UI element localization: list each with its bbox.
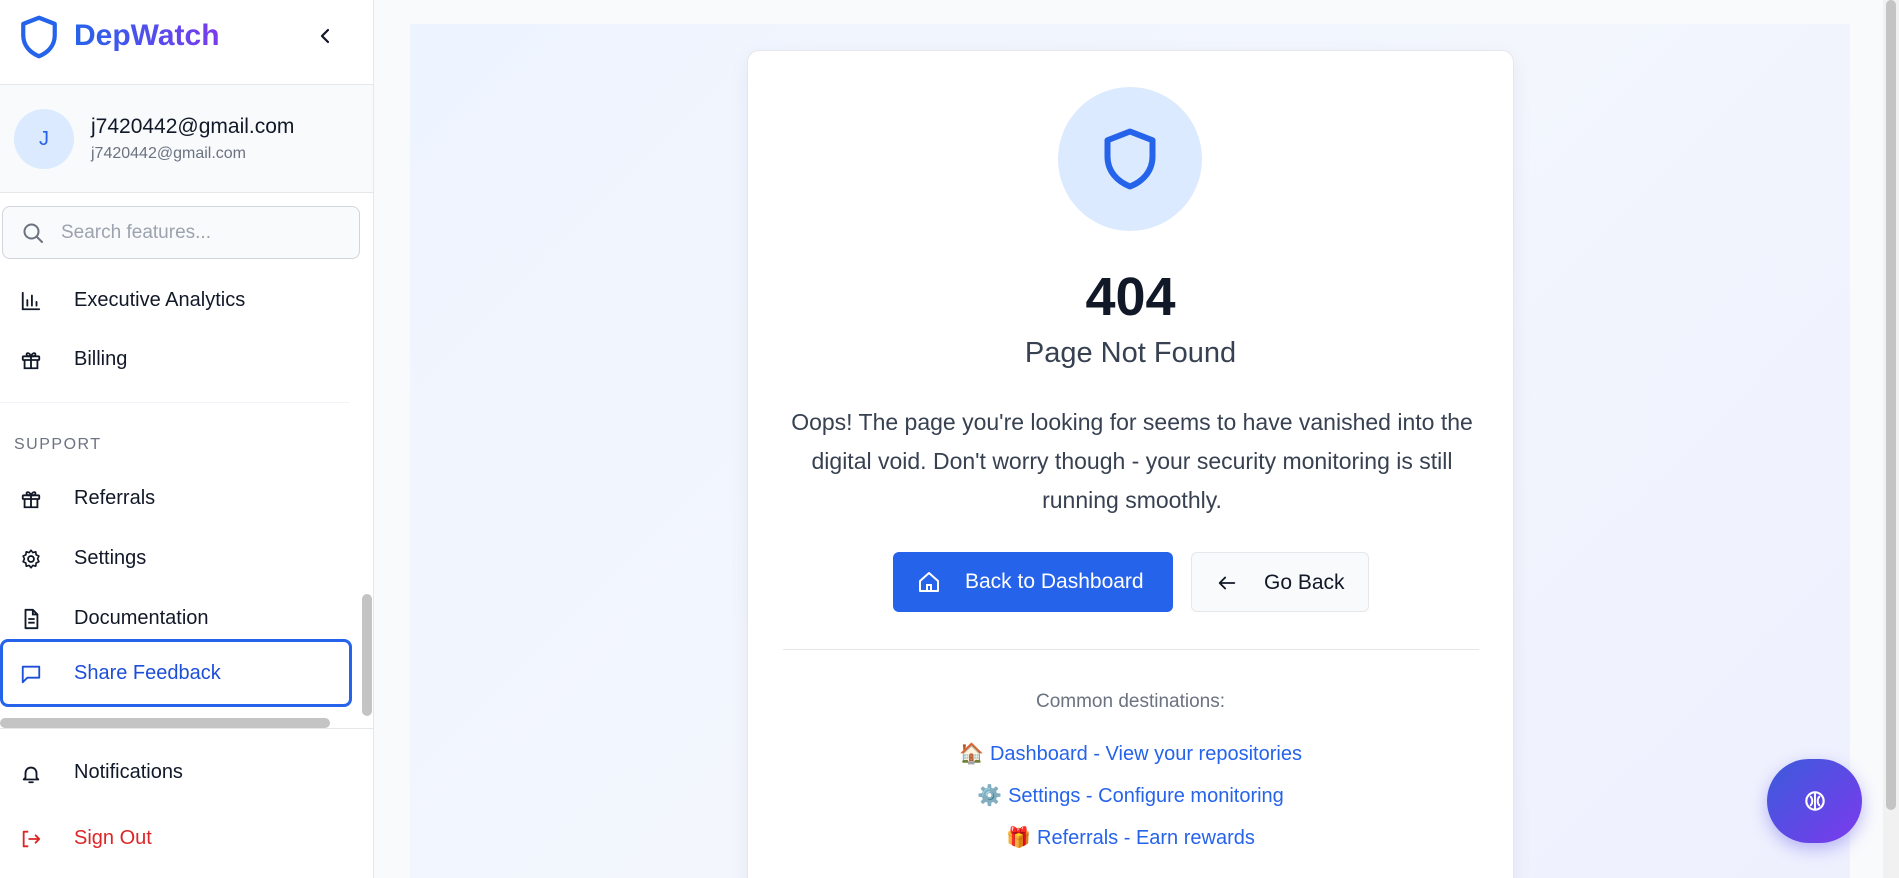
gift-icon [20, 349, 42, 371]
brand-name: DepWatch [74, 19, 220, 52]
go-back-button[interactable]: Go Back [1191, 552, 1369, 612]
gift-icon [20, 488, 42, 510]
sidebar-horizontal-scrollbar[interactable] [0, 718, 330, 728]
sidebar-item-billing[interactable]: Billing [0, 331, 350, 389]
bar-chart-icon [20, 290, 42, 312]
section-label-support: SUPPORT [14, 436, 102, 453]
link-label: Settings - Configure monitoring [1008, 785, 1284, 807]
sidebar-item-label: Settings [74, 547, 147, 569]
gear-icon [20, 548, 42, 570]
sidebar-item-label: Notifications [74, 761, 183, 783]
sidebar-item-settings[interactable]: Settings [0, 530, 350, 588]
sidebar-item-label: Documentation [74, 607, 209, 629]
message-square-icon [20, 663, 42, 685]
user-profile[interactable]: J j7420442@gmail.com j7420442@gmail.com [0, 85, 373, 193]
destinations-title: Common destinations: [1035, 691, 1226, 712]
gift-icon: 🎁 [1006, 827, 1032, 849]
sidebar-item-label: Sign Out [74, 827, 152, 849]
sidebar-item-executive-analytics[interactable]: Executive Analytics [0, 272, 350, 330]
error-code: 404 [1085, 267, 1176, 327]
button-label: Go Back [1264, 571, 1345, 594]
ai-assistant-button[interactable] [1767, 759, 1862, 843]
referrals-link[interactable]: 🎁 Referrals - Earn rewards [748, 825, 1513, 850]
sidebar-item-label: Share Feedback [74, 662, 221, 684]
link-label: Dashboard - View your repositories [989, 743, 1302, 765]
main-content: 404 Page Not Found Oops! The page you're… [410, 24, 1850, 878]
sidebar-vertical-scrollbar[interactable] [362, 594, 372, 716]
error-title: Page Not Found [1024, 337, 1237, 369]
user-name: j7420442@gmail.com [91, 115, 295, 138]
not-found-card: 404 Page Not Found Oops! The page you're… [747, 50, 1514, 878]
back-to-dashboard-button[interactable]: Back to Dashboard [893, 552, 1173, 612]
error-message: Oops! The page you're looking for seems … [791, 409, 1473, 513]
arrow-left-icon [1216, 572, 1238, 594]
sidebar: DepWatch J j7420442@gmail.com j7420442@g… [0, 0, 374, 878]
sidebar-item-referrals[interactable]: Referrals [0, 470, 350, 528]
sidebar-item-label: Referrals [74, 487, 156, 509]
sidebar-item-label: Executive Analytics [74, 289, 246, 311]
house-icon: 🏠 [959, 743, 984, 765]
sidebar-item-label: Billing [74, 348, 128, 370]
home-icon [917, 570, 941, 594]
page-scrollbar[interactable] [1886, 0, 1896, 810]
sign-out-button[interactable]: Sign Out [0, 810, 350, 868]
sign-out-icon [20, 828, 42, 850]
link-label: Referrals - Earn rewards [1037, 827, 1255, 849]
brand-header: DepWatch [0, 0, 373, 85]
gear-icon: ⚙️ [977, 785, 1003, 807]
search-input[interactable] [61, 217, 346, 249]
chevron-left-icon[interactable] [313, 22, 337, 50]
button-label: Back to Dashboard [965, 570, 1144, 593]
divider [783, 649, 1479, 650]
document-icon [20, 608, 42, 630]
search-box [2, 206, 360, 259]
shield-icon [18, 14, 60, 60]
user-email: j7420442@gmail.com [91, 145, 246, 162]
search-icon [21, 221, 45, 245]
sidebar-item-notifications[interactable]: Notifications [0, 744, 350, 802]
sidebar-item-share-feedback[interactable]: Share Feedback [0, 639, 352, 707]
avatar: J [14, 109, 74, 169]
sidebar-nav: Executive Analytics Billing SUPPORT Refe… [0, 272, 360, 724]
brain-icon [1802, 788, 1828, 814]
dashboard-link[interactable]: 🏠 Dashboard - View your repositories [748, 741, 1513, 766]
divider [0, 402, 350, 403]
sidebar-footer: Notifications Sign Out [0, 728, 373, 878]
shield-icon [1058, 87, 1202, 231]
bell-icon [20, 762, 42, 786]
settings-link[interactable]: ⚙️ Settings - Configure monitoring [748, 783, 1513, 808]
